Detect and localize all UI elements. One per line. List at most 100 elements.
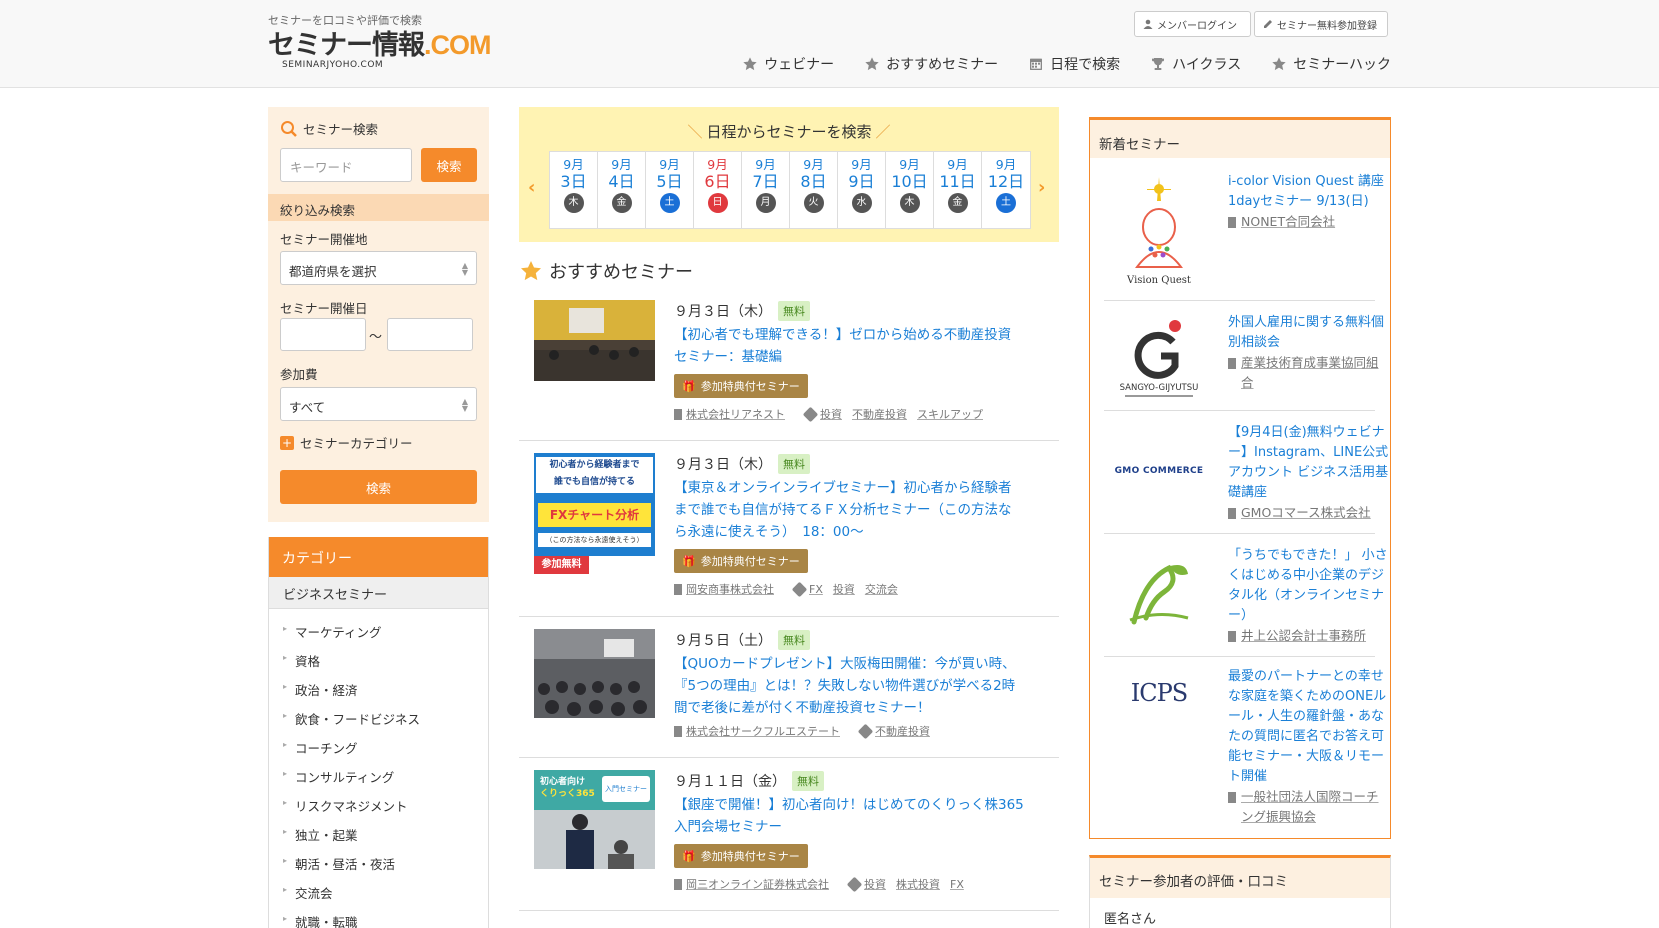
calendar-day[interactable]: 9月 5日土 <box>646 152 694 228</box>
new-seminar-title[interactable]: i-color Vision Quest 講座1dayセミナー 9/13(日) <box>1228 172 1390 212</box>
free-register-button[interactable]: セミナー無料参加登録 <box>1254 11 1388 37</box>
tag-link[interactable]: スキルアップ <box>917 406 983 422</box>
organizer-link[interactable]: 岡三オンライン証券株式会社 <box>686 876 829 892</box>
seminar-thumbnail[interactable] <box>534 629 655 718</box>
nav-recommended[interactable]: おすすめセミナー <box>864 54 998 74</box>
new-seminar-title[interactable]: 【9月4日(金)無料ウェビナー】Instagram、LINE公式アカウント ビジ… <box>1228 423 1390 503</box>
calendar-day[interactable]: 9月 4日金 <box>598 152 646 228</box>
inoue-logo[interactable] <box>1104 550 1214 640</box>
category-item[interactable]: 交流会 <box>269 878 488 907</box>
seminar-body: ９月３日（木） 無料 【東京＆オンラインライブセミナー】初心者から経験者まで誰で… <box>674 453 1024 597</box>
vision-quest-logo[interactable]: Vision Quest <box>1104 174 1214 290</box>
category-toggle[interactable]: + セミナーカテゴリー <box>280 433 413 452</box>
tag-link[interactable]: 投資 <box>864 876 886 892</box>
seminar-thumbnail[interactable]: 初心者から経験者まで 誰でも自信が持てる FXチャート分析 （この方法なら永遠使え… <box>534 453 655 574</box>
calendar-day[interactable]: 9月 10日木 <box>886 152 934 228</box>
gift-badge[interactable]: 🎁 参加特典付セミナー <box>674 374 808 398</box>
prefecture-select[interactable]: 都道府県を選択 ▲ ▼ <box>280 251 477 285</box>
sangyo-logo[interactable]: SANGYO-GIJYUTSU <box>1104 313 1214 403</box>
search-panel: セミナー検索 キーワード 検索 絞り込み検索 セミナー開催地 都道府県を選択 ▲… <box>268 107 489 522</box>
seminar-card: ９月３日（木） 無料 【初心者でも理解できる！】ゼロから始める不動産投資セミナー… <box>519 288 1059 441</box>
category-item[interactable]: 政治・経済 <box>269 675 488 704</box>
new-seminar-title[interactable]: 「うちでもできた！」 小さくはじめる中小企業のデジタル化（オンラインセミナー） <box>1228 546 1390 626</box>
category-item[interactable]: リスクマネジメント <box>269 791 488 820</box>
new-seminar-title[interactable]: 最愛のパートナーとの幸せな家庭を築くためのONEルール・人生の羅針盤・あなたの質… <box>1228 667 1390 787</box>
calendar-day[interactable]: 9月 11日金 <box>934 152 982 228</box>
category-item[interactable]: 独立・起業 <box>269 820 488 849</box>
member-login-label: メンバーログイン <box>1157 20 1237 32</box>
new-seminar-text: 外国人雇用に関する無料個別相談会 産業技術育成事業協同組合 <box>1228 313 1390 393</box>
seminar-meta: 株式会社サークフルエステート 不動産投資 <box>674 723 1024 739</box>
organizer-link[interactable]: 井上公認会計士事務所 <box>1241 626 1366 646</box>
category-business[interactable]: ビジネスセミナー <box>269 577 488 609</box>
category-item[interactable]: コンサルティング <box>269 762 488 791</box>
category-item[interactable]: 就職・転職 <box>269 907 488 928</box>
nav-webinar[interactable]: ウェビナー <box>742 54 834 74</box>
seminar-body: ９月３日（木） 無料 【初心者でも理解できる！】ゼロから始める不動産投資セミナー… <box>674 300 1024 422</box>
chevron-right-icon[interactable]: › <box>1038 177 1045 198</box>
global-nav: ウェビナー おすすめセミナー 日程で検索 ハイクラス セミナーハック <box>742 54 1391 74</box>
tag-link[interactable]: 不動産投資 <box>875 723 930 739</box>
new-seminar-title[interactable]: 外国人雇用に関する無料個別相談会 <box>1228 313 1390 353</box>
organizer-link[interactable]: 株式会社サークフルエステート <box>686 723 840 739</box>
keyword-search-button[interactable]: 検索 <box>421 148 477 182</box>
tag-link[interactable]: 投資 <box>833 581 855 597</box>
seminar-thumbnail[interactable] <box>534 300 655 381</box>
seminar-title-link[interactable]: 【QUOカードプレゼント】大阪梅田開催：今が買い時、『5つの理由』とは！？失敗し… <box>674 653 1024 719</box>
organizer-link[interactable]: NONET合同会社 <box>1241 212 1335 232</box>
organizer-link[interactable]: 一般社団法人国際コーチング振興協会 <box>1241 787 1390 827</box>
tag-link[interactable]: FX <box>809 583 823 596</box>
icps-logo[interactable]: ICPS <box>1104 669 1214 717</box>
calendar-day[interactable]: 9月 8日火 <box>790 152 838 228</box>
calendar-date: 12日 <box>987 172 1025 191</box>
chevron-left-icon[interactable]: ‹ <box>528 177 535 198</box>
gift-badge[interactable]: 🎁 参加特典付セミナー <box>674 844 808 868</box>
keyword-input[interactable]: キーワード <box>280 148 412 182</box>
organizer-link[interactable]: 岡安商事株式会社 <box>686 581 774 597</box>
tag-link[interactable]: 株式投資 <box>896 876 940 892</box>
calendar-day[interactable]: 9月 7日月 <box>742 152 790 228</box>
logo-subtext: SEMINARJYOHO.COM <box>282 60 384 70</box>
weekday-badge: 水 <box>851 193 872 213</box>
category-item[interactable]: 朝活・昼活・夜活 <box>269 849 488 878</box>
date-from-input[interactable] <box>280 318 366 351</box>
seminar-title-link[interactable]: 【初心者でも理解できる！】ゼロから始める不動産投資セミナー：基礎編 <box>674 324 1024 368</box>
reviews-panel: セミナー参加者の評価・口コミ 匿名さん <box>1089 855 1391 928</box>
category-item[interactable]: マーケティング <box>269 617 488 646</box>
category-item[interactable]: 飲食・フードビジネス <box>269 704 488 733</box>
seminar-title-link[interactable]: 【東京＆オンラインライブセミナー】初心者から経験者まで誰でも自信が持てるＦＸ分析… <box>674 477 1024 543</box>
weekday-badge: 日 <box>707 193 728 213</box>
weekday-badge: 土 <box>996 193 1016 213</box>
organizer-link[interactable]: GMOコマース株式会社 <box>1241 503 1371 523</box>
fee-select[interactable]: すべて ▲ ▼ <box>280 387 477 421</box>
nav-schedule[interactable]: 日程で検索 <box>1028 54 1120 74</box>
tag-link[interactable]: 不動産投資 <box>852 406 907 422</box>
nav-seminar-hack[interactable]: セミナーハック <box>1271 54 1391 74</box>
prefecture-select-value: 都道府県を選択 <box>289 264 377 279</box>
plus-icon: + <box>280 435 294 450</box>
organizer-link[interactable]: 産業技術育成事業協同組合 <box>1241 353 1390 393</box>
tag-link[interactable]: FX <box>950 878 964 891</box>
search-submit-button[interactable]: 検索 <box>280 470 477 504</box>
calendar-day[interactable]: 9月 9日水 <box>838 152 886 228</box>
date-to-input[interactable] <box>387 318 473 351</box>
nav-highclass[interactable]: ハイクラス <box>1150 54 1241 74</box>
new-seminars-panel: 新着セミナー Vision Quest i-color Vision Quest… <box>1089 117 1391 839</box>
calendar-day[interactable]: 9月 6日日 <box>694 152 742 228</box>
seminar-thumbnail[interactable]: 初心者向け くりっく365 入門セミナー <box>534 770 655 869</box>
category-item[interactable]: コーチング <box>269 733 488 762</box>
gmo-commerce-logo[interactable]: GMO COMMERCE <box>1104 431 1214 511</box>
calendar-day[interactable]: 9月 3日木 <box>550 152 598 228</box>
fx-banner-free: 参加無料 <box>534 556 589 574</box>
calendar-day[interactable]: 9月 12日土 <box>982 152 1030 228</box>
category-item[interactable]: 資格 <box>269 646 488 675</box>
organizer-link[interactable]: 株式会社リアネスト <box>686 406 785 422</box>
tag-link[interactable]: 交流会 <box>865 581 898 597</box>
tag-link[interactable]: 投資 <box>820 406 842 422</box>
gift-badge[interactable]: 🎁 参加特典付セミナー <box>674 549 808 573</box>
site-logo[interactable]: セミナー情報.COM SEMINARJYOHO.COM <box>268 30 491 70</box>
seminar-title-link[interactable]: 【銀座で開催！】初心者向け！はじめてのくりっく株365入門会場セミナー <box>674 794 1024 838</box>
member-login-button[interactable]: メンバーログイン <box>1134 11 1251 37</box>
seminar-meta: 株式会社リアネスト 投資 不動産投資 スキルアップ <box>674 406 1024 422</box>
star-icon <box>743 57 757 71</box>
